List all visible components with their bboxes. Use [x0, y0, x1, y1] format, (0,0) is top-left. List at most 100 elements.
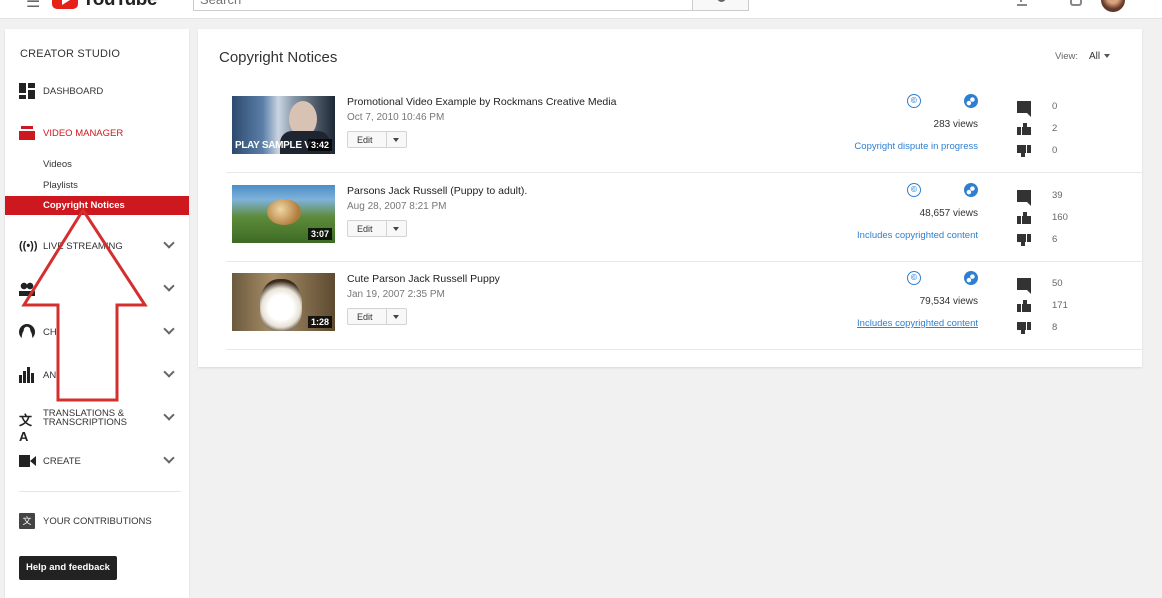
public-globe-icon[interactable]	[964, 94, 978, 108]
upload-icon[interactable]	[1017, 0, 1027, 6]
sidebar-subitem-videos[interactable]: Videos	[5, 155, 189, 174]
sidebar-divider	[19, 491, 181, 492]
view-count: 48,657 views	[919, 208, 978, 219]
comment-icon[interactable]	[1017, 278, 1031, 294]
top-bar: ☰ YouTube	[0, 0, 1162, 19]
edit-button-label: Edit	[357, 135, 373, 145]
edit-button-separator	[386, 221, 387, 236]
video-manager-icon	[19, 125, 35, 141]
video-row: 1:28 Cute Parson Jack Russell Puppy Jan …	[226, 262, 1142, 350]
video-row: PLAY SAMPLE V 3:42 Promotional Video Exa…	[226, 85, 1142, 173]
copyright-icon[interactable]: ©	[907, 94, 921, 108]
video-duration: 1:28	[307, 316, 332, 328]
translations-label-line2: TRANSCRIPTIONS	[43, 417, 127, 428]
sidebar-subitem-playlists[interactable]: Playlists	[5, 176, 189, 195]
dislike-count: 6	[1052, 234, 1058, 245]
comment-count: 0	[1052, 101, 1058, 112]
dislike-count: 0	[1052, 145, 1058, 156]
public-globe-icon[interactable]	[964, 271, 978, 285]
video-duration: 3:42	[307, 139, 332, 151]
edit-button[interactable]: Edit	[347, 220, 407, 237]
sidebar-item-label: DASHBOARD	[43, 86, 104, 97]
dislike-icon[interactable]	[1017, 234, 1031, 246]
search-button[interactable]	[692, 0, 749, 11]
view-filter-value: All	[1089, 51, 1101, 62]
youtube-logo-text[interactable]: YouTube	[82, 0, 157, 11]
sidebar-item-your-contributions[interactable]: 文 YOUR CONTRIBUTIONS	[5, 509, 189, 533]
public-globe-icon[interactable]	[964, 183, 978, 197]
edit-button[interactable]: Edit	[347, 308, 407, 325]
edit-dropdown-caret-icon[interactable]	[393, 227, 399, 231]
sidebar-item-label: TRANSLATIONS & TRANSCRIPTIONS	[43, 409, 127, 428]
notifications-bell-icon[interactable]	[1070, 0, 1082, 6]
chevron-down-icon[interactable]	[163, 409, 175, 421]
edit-dropdown-caret-icon[interactable]	[393, 138, 399, 142]
video-row: 3:07 Parsons Jack Russell (Puppy to adul…	[226, 174, 1142, 262]
video-camera-icon	[19, 453, 36, 469]
copyright-status-link[interactable]: Includes copyrighted content	[778, 230, 978, 241]
dashboard-icon	[19, 83, 35, 99]
sidebar-item-label: VIDEO MANAGER	[43, 128, 124, 139]
chevron-down-icon[interactable]	[163, 366, 175, 378]
copyright-icon[interactable]: ©	[907, 183, 921, 197]
chevron-down-icon[interactable]	[163, 452, 175, 464]
view-filter-dropdown[interactable]: All	[1089, 51, 1111, 62]
video-date: Jan 19, 2007 2:35 PM	[347, 289, 445, 300]
copyright-status-link[interactable]: Copyright dispute in progress	[778, 141, 978, 152]
search-input[interactable]	[193, 0, 693, 11]
dislike-count: 8	[1052, 322, 1058, 333]
video-thumbnail[interactable]: 1:28	[232, 273, 335, 331]
sidebar-item-label: YOUR CONTRIBUTIONS	[43, 516, 152, 527]
comment-count: 39	[1052, 190, 1063, 201]
video-duration: 3:07	[307, 228, 332, 240]
sidebar-item-video-manager[interactable]: VIDEO MANAGER	[5, 121, 189, 145]
sidebar-item-dashboard[interactable]: DASHBOARD	[5, 79, 189, 103]
thumbnail-puppy	[260, 279, 302, 331]
creator-studio-title: CREATOR STUDIO	[20, 48, 121, 60]
thumbnail-overlay-text: PLAY SAMPLE V	[235, 140, 311, 151]
dislike-icon[interactable]	[1017, 322, 1031, 334]
sidebar-subitem-label: Playlists	[43, 180, 78, 191]
sidebar-subitem-label: Videos	[43, 159, 72, 170]
like-count: 160	[1052, 212, 1068, 223]
avatar[interactable]	[1101, 0, 1125, 12]
comment-count: 50	[1052, 278, 1063, 289]
video-thumbnail[interactable]: PLAY SAMPLE V 3:42	[232, 96, 335, 154]
menu-icon[interactable]: ☰	[26, 0, 40, 12]
youtube-logo-icon[interactable]	[52, 0, 78, 9]
video-title-link[interactable]: Cute Parson Jack Russell Puppy	[347, 273, 500, 285]
sidebar-item-create[interactable]: CREATE	[5, 449, 189, 473]
dislike-icon[interactable]	[1017, 145, 1031, 157]
like-icon[interactable]	[1017, 300, 1031, 312]
arrow-shape	[21, 207, 148, 402]
view-label: View:	[1055, 51, 1079, 62]
video-title-link[interactable]: Promotional Video Example by Rockmans Cr…	[347, 96, 616, 108]
help-and-feedback-button[interactable]: Help and feedback	[19, 556, 117, 580]
edit-button-label: Edit	[357, 312, 373, 322]
copyright-status-link[interactable]: Includes copyrighted content	[778, 318, 978, 329]
caret-down-icon	[1104, 54, 1111, 59]
like-icon[interactable]	[1017, 123, 1031, 135]
video-date: Oct 7, 2010 10:46 PM	[347, 112, 445, 123]
video-thumbnail[interactable]: 3:07	[232, 185, 335, 243]
sidebar-item-translations[interactable]: 文A TRANSLATIONS & TRANSCRIPTIONS	[5, 406, 189, 444]
chevron-down-icon[interactable]	[163, 323, 175, 335]
translate-icon: 文A	[19, 413, 33, 444]
sidebar-item-label: CREATE	[43, 456, 81, 467]
like-count: 171	[1052, 300, 1068, 311]
page-title: Copyright Notices	[219, 49, 338, 66]
like-icon[interactable]	[1017, 212, 1031, 224]
copyright-icon[interactable]: ©	[907, 271, 921, 285]
comment-icon[interactable]	[1017, 101, 1031, 117]
like-count: 2	[1052, 123, 1058, 134]
edit-dropdown-caret-icon[interactable]	[393, 315, 399, 319]
edit-button-separator	[386, 309, 387, 324]
edit-button[interactable]: Edit	[347, 131, 407, 148]
contributions-icon: 文	[19, 513, 35, 529]
comment-icon[interactable]	[1017, 190, 1031, 206]
chevron-down-icon[interactable]	[163, 237, 175, 249]
annotation-arrow	[21, 207, 148, 402]
edit-button-separator	[386, 132, 387, 147]
chevron-down-icon[interactable]	[163, 280, 175, 292]
video-title-link[interactable]: Parsons Jack Russell (Puppy to adult).	[347, 185, 527, 197]
